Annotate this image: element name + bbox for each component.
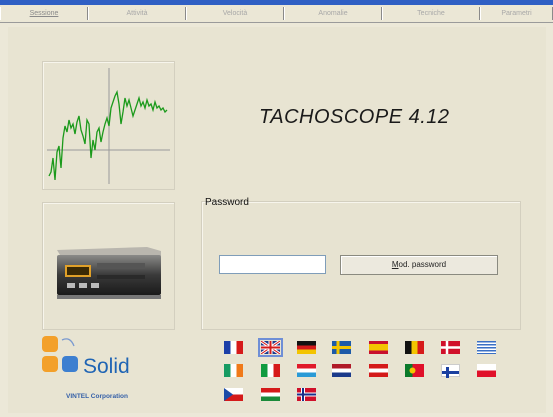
tachograph-device-icon: [57, 247, 161, 299]
tab-strip: Sessione Attività Velocità Anomalie Tecn…: [0, 5, 553, 23]
speed-graph-image: [47, 68, 170, 184]
speed-chart-panel: [42, 61, 175, 190]
netherlands-flag[interactable]: [332, 364, 351, 377]
change-password-button[interactable]: Mod. password: [340, 255, 498, 275]
sweden-flag[interactable]: [332, 341, 351, 354]
device-image-panel: [42, 202, 175, 330]
finland-flag[interactable]: [441, 364, 460, 378]
austria-flag[interactable]: [369, 364, 388, 377]
spain-flag[interactable]: [369, 341, 388, 354]
brand-name: Solid: [83, 355, 130, 378]
app-title: TACHOSCOPE 4.12: [259, 106, 450, 128]
tab-anomalie[interactable]: Anomalie: [284, 7, 382, 20]
solid-logo-icon: [42, 336, 78, 372]
italy-flag[interactable]: [261, 364, 280, 377]
tab-velocita[interactable]: Velocità: [186, 7, 284, 20]
portugal-flag[interactable]: [405, 364, 424, 377]
czech-flag[interactable]: [224, 388, 243, 401]
uk-flag[interactable]: [258, 338, 283, 357]
norway-flag[interactable]: [297, 388, 316, 401]
france-flag[interactable]: [224, 341, 243, 354]
greece-flag[interactable]: [477, 341, 496, 354]
change-password-label: od. password: [398, 260, 447, 269]
belgium-flag[interactable]: [405, 341, 424, 354]
poland-flag[interactable]: [477, 364, 496, 377]
germany-flag[interactable]: [297, 341, 316, 354]
tab-sessione[interactable]: Sessione: [0, 7, 88, 20]
change-password-accel: M: [391, 260, 399, 269]
denmark-flag[interactable]: [441, 341, 460, 354]
tab-parametri[interactable]: Parametri: [480, 7, 553, 20]
tab-tecniche[interactable]: Tecniche: [382, 7, 480, 20]
hungary-flag[interactable]: [261, 388, 280, 401]
ireland-flag[interactable]: [224, 364, 243, 377]
tab-attivita[interactable]: Attività: [88, 7, 186, 20]
corporation-name: VINTEL Corporation: [66, 393, 128, 400]
password-input[interactable]: [219, 255, 326, 274]
luxembourg-flag[interactable]: [297, 364, 316, 377]
password-label: Password: [205, 197, 249, 208]
